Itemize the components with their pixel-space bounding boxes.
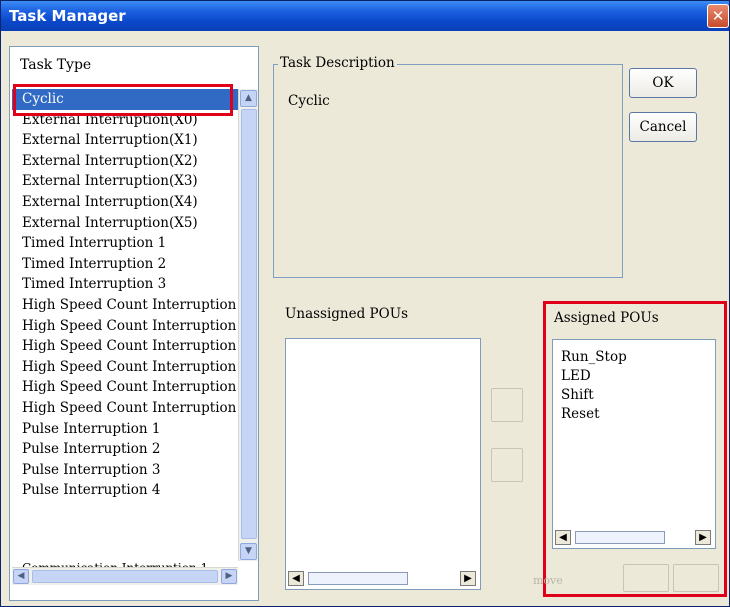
task-type-item[interactable]: External Interruption(X4) xyxy=(12,192,238,213)
unassign-pou-button[interactable] xyxy=(491,448,523,482)
task-manager-window: Task Manager ✕ Task Type Cyclic External… xyxy=(0,0,730,607)
task-type-list: Cyclic External Interruption(X0) Externa… xyxy=(12,89,238,501)
scroll-left-icon[interactable]: ◀ xyxy=(13,569,29,584)
task-type-item[interactable]: Pulse Interruption 1 xyxy=(12,419,238,440)
task-type-item[interactable]: Pulse Interruption 4 xyxy=(12,480,238,501)
disabled-button xyxy=(623,564,669,592)
task-type-item[interactable]: Timed Interruption 3 xyxy=(12,274,238,295)
task-type-item[interactable]: External Interruption(X5) xyxy=(12,213,238,234)
chevron-down-icon[interactable]: ▼ xyxy=(240,543,257,560)
pou-assignment-group: Unassigned POUs ◀ ▶ Assigned POUs Run_St… xyxy=(273,296,727,597)
task-list-horizontal-scrollbar[interactable]: ◀ ▶ xyxy=(12,567,238,585)
assign-pou-button[interactable] xyxy=(491,388,523,422)
unassigned-horizontal-scrollbar[interactable]: ◀ ▶ xyxy=(288,570,476,587)
task-type-item[interactable]: High Speed Count Interruption xyxy=(12,336,238,357)
task-type-label: Task Type xyxy=(20,57,92,73)
scroll-right-icon[interactable]: ▶ xyxy=(221,569,237,584)
task-type-item[interactable]: High Speed Count Interruption xyxy=(12,357,238,378)
task-description-label: Task Description xyxy=(278,55,397,71)
task-type-item[interactable]: Pulse Interruption 2 xyxy=(12,439,238,460)
task-type-item[interactable]: Pulse Interruption 3 xyxy=(12,460,238,481)
task-type-item[interactable]: External Interruption(X1) xyxy=(12,130,238,151)
task-type-item[interactable]: High Speed Count Interruption xyxy=(12,377,238,398)
window-title: Task Manager xyxy=(9,7,126,25)
unassigned-pous-list[interactable]: ◀ ▶ xyxy=(285,338,481,590)
unassigned-pous-label: Unassigned POUs xyxy=(285,306,409,322)
task-description-group: Task Description Cyclic xyxy=(273,55,623,278)
ok-button[interactable]: OK xyxy=(629,68,697,98)
scrollbar-thumb[interactable] xyxy=(32,570,218,583)
close-button[interactable]: ✕ xyxy=(707,4,729,28)
scroll-left-icon[interactable]: ◀ xyxy=(288,571,304,586)
scrollbar-thumb[interactable] xyxy=(308,572,408,585)
assigned-pous-highlight-box xyxy=(543,301,727,597)
disabled-button xyxy=(673,564,719,592)
task-type-panel: Task Type Cyclic External Interruption(X… xyxy=(9,46,259,601)
scrollbar-thumb[interactable] xyxy=(241,109,257,539)
chevron-up-icon[interactable]: ▲ xyxy=(240,90,257,107)
task-list-vertical-scrollbar[interactable]: ▲ ▼ xyxy=(238,89,258,561)
task-description-text: Cyclic xyxy=(288,93,330,109)
task-type-item[interactable]: Timed Interruption 1 xyxy=(12,233,238,254)
move-button-label: move xyxy=(533,574,563,587)
task-type-item[interactable]: High Speed Count Interruption xyxy=(12,295,238,316)
task-type-item[interactable]: External Interruption(X2) xyxy=(12,151,238,172)
task-type-item[interactable]: Timed Interruption 2 xyxy=(12,254,238,275)
cyclic-highlight-box xyxy=(13,84,233,116)
cancel-button[interactable]: Cancel xyxy=(629,112,697,142)
task-type-item[interactable]: External Interruption(X3) xyxy=(12,171,238,192)
task-type-item[interactable]: High Speed Count Interruption xyxy=(12,316,238,337)
task-type-item[interactable]: High Speed Count Interruption xyxy=(12,398,238,419)
title-bar[interactable]: Task Manager ✕ xyxy=(1,1,729,31)
scroll-right-icon[interactable]: ▶ xyxy=(460,571,476,586)
right-area: Task Description Cyclic OK Cancel Unassi… xyxy=(263,46,727,601)
